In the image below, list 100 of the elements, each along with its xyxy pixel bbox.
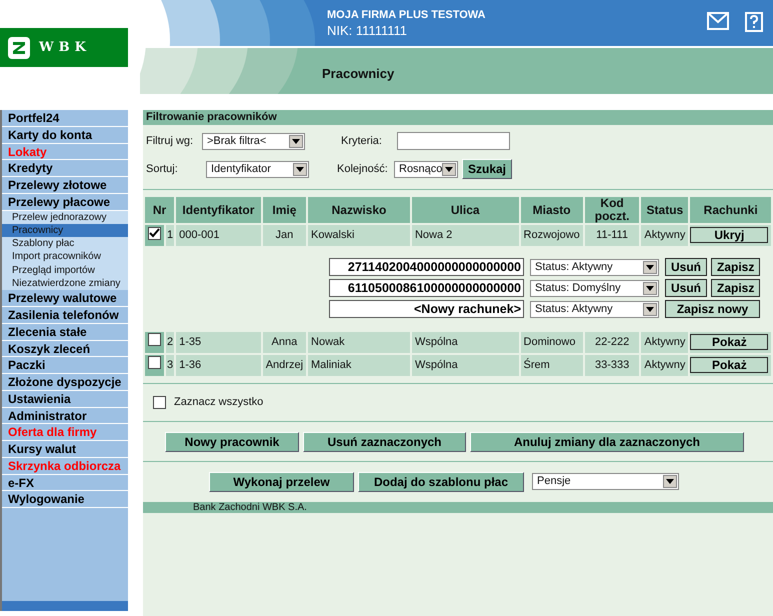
checkbox[interactable] bbox=[148, 356, 161, 370]
search-button[interactable]: Szukaj bbox=[462, 159, 512, 179]
select-field[interactable]: Status: Domyślny bbox=[530, 280, 659, 296]
table-cell: Anna bbox=[262, 332, 306, 353]
menu-item[interactable]: Ustawienia bbox=[2, 390, 128, 408]
mail-icon[interactable] bbox=[707, 12, 729, 30]
field-label: Kryteria: bbox=[341, 134, 383, 149]
table-cell: 1-35 bbox=[176, 332, 261, 353]
table-cell: Kowalski bbox=[308, 225, 410, 246]
select-field[interactable]: Rosnąco bbox=[394, 160, 458, 178]
table-cell: Aktywny bbox=[641, 332, 688, 353]
column-header: Rachunki bbox=[690, 197, 771, 223]
input-field[interactable] bbox=[397, 132, 510, 150]
account-button[interactable]: Zapisz bbox=[711, 279, 760, 297]
column-header: Ulica bbox=[412, 197, 519, 223]
table-cell: Nowa 2 bbox=[412, 225, 519, 246]
submenu-item[interactable]: Niezatwierdzone zmiany bbox=[2, 276, 128, 290]
menu-item[interactable]: Wylogowanie bbox=[2, 491, 128, 508]
select-field[interactable]: Status: Aktywny bbox=[530, 300, 659, 318]
select-field[interactable]: Pensje bbox=[532, 473, 679, 490]
checkbox[interactable] bbox=[148, 226, 161, 240]
table-cell: 2 bbox=[166, 332, 174, 353]
submenu-item[interactable]: Import pracowników bbox=[2, 250, 128, 264]
toggle-accounts-button[interactable]: Ukryj bbox=[690, 226, 768, 243]
action-button[interactable]: Dodaj do szablonu płac bbox=[358, 472, 524, 492]
caret-icon bbox=[646, 264, 654, 270]
column-header: Nazwisko bbox=[308, 197, 410, 223]
account-number-field[interactable]: 2711402004000000000000000 bbox=[329, 258, 524, 276]
menu-item[interactable]: Kredyty bbox=[2, 160, 128, 177]
table-cell: 3 bbox=[166, 355, 174, 376]
section-title: Filtrowanie pracowników bbox=[143, 110, 773, 125]
column-header: Imię bbox=[262, 197, 306, 223]
submenu-item[interactable]: Szablony płac bbox=[2, 237, 128, 250]
footer-text: Bank Zachodni WBK S.A. bbox=[143, 502, 773, 512]
nik-number: NIK: 11111111 bbox=[327, 22, 408, 40]
table-cell: 11-111 bbox=[584, 225, 640, 246]
page-title: Pracownicy bbox=[321, 65, 396, 83]
caret-icon bbox=[445, 166, 454, 172]
toggle-accounts-button[interactable]: Pokaż bbox=[690, 356, 768, 373]
table-cell: 000-001 bbox=[176, 225, 261, 246]
select-field[interactable]: >Brak filtra< bbox=[202, 132, 305, 150]
menu-item[interactable]: Paczki bbox=[2, 357, 128, 374]
account-number-field[interactable]: <Nowy rachunek> bbox=[329, 300, 524, 318]
menu-item[interactable]: Kursy walut bbox=[2, 441, 128, 458]
caret-icon bbox=[666, 479, 674, 484]
menu-item[interactable]: Karty do konta bbox=[2, 126, 128, 144]
action-button[interactable]: Anuluj zmiany dla zaznaczonych bbox=[470, 432, 744, 452]
field-label: Filtruj wg: bbox=[146, 134, 194, 149]
submenu-item[interactable]: Pracownicy bbox=[2, 224, 128, 238]
table-cell: Rozwojowo bbox=[520, 225, 583, 246]
table-cell: Maliniak bbox=[308, 355, 410, 376]
menu-item[interactable]: Zlecenia stałe bbox=[2, 324, 128, 341]
table-cell: Jan bbox=[262, 225, 306, 246]
column-header: Identyfikator bbox=[176, 197, 261, 223]
menu-item[interactable]: e-FX bbox=[2, 474, 128, 492]
logo-text: WBK bbox=[39, 38, 91, 57]
check-icon bbox=[149, 228, 160, 239]
column-header: Kod poczt. bbox=[584, 197, 640, 223]
table-cell: Aktywny bbox=[641, 225, 688, 246]
menu-item[interactable]: Złożone dyspozycje bbox=[2, 374, 128, 391]
action-button[interactable]: Usuń zaznaczonych bbox=[303, 432, 466, 452]
caret-icon bbox=[646, 306, 654, 312]
account-button[interactable]: Zapisz bbox=[711, 258, 760, 276]
column-header: Status bbox=[641, 197, 688, 223]
account-button[interactable]: Usuń bbox=[665, 258, 707, 276]
save-new-button[interactable]: Zapisz nowy bbox=[665, 300, 760, 318]
action-button[interactable]: Nowy pracownik bbox=[165, 432, 299, 452]
table-cell: 33-333 bbox=[584, 355, 640, 376]
caret-icon bbox=[646, 286, 654, 290]
table-cell: Andrzej bbox=[262, 355, 306, 376]
menu-item[interactable]: Portfel24 bbox=[2, 110, 128, 127]
menu-item[interactable]: Administrator bbox=[2, 408, 128, 424]
menu-item[interactable]: Przelewy walutowe bbox=[2, 290, 128, 308]
checkbox[interactable] bbox=[148, 333, 161, 346]
logo-icon bbox=[7, 36, 31, 60]
toggle-accounts-button[interactable]: Pokaż bbox=[690, 334, 768, 350]
table-cell: Aktywny bbox=[641, 355, 688, 376]
company-name: MOJA FIRMA PLUS TESTOWA bbox=[327, 8, 486, 22]
select-field[interactable]: Status: Aktywny bbox=[530, 258, 659, 276]
column-header: Miasto bbox=[520, 197, 583, 223]
help-icon[interactable] bbox=[745, 12, 763, 32]
account-button[interactable]: Usuń bbox=[665, 279, 707, 297]
submenu-item[interactable]: Przelew jednorazowy bbox=[2, 210, 128, 224]
caret-icon bbox=[292, 138, 300, 144]
submenu-item[interactable]: Przegląd importów bbox=[2, 264, 128, 277]
select-field[interactable]: Identyfikator bbox=[206, 160, 309, 178]
table-cell: Wspólna bbox=[412, 355, 519, 376]
checkbox[interactable] bbox=[153, 396, 166, 409]
table-cell: Dominowo bbox=[520, 332, 583, 353]
caret-icon bbox=[296, 166, 304, 172]
menu-item[interactable]: Koszyk zleceń bbox=[2, 340, 128, 358]
table-cell: Śrem bbox=[520, 355, 583, 376]
column-header: Nr bbox=[145, 197, 174, 223]
table-cell: 1-36 bbox=[176, 355, 261, 376]
action-button[interactable]: Wykonaj przelew bbox=[209, 472, 354, 492]
checkbox-label: Zaznacz wszystko bbox=[174, 395, 264, 410]
table-cell: 22-222 bbox=[584, 332, 640, 353]
menu-item[interactable]: Zasilenia telefonów bbox=[2, 307, 128, 324]
menu-item[interactable]: Przelewy złotowe bbox=[2, 177, 128, 194]
account-number-field[interactable]: 6110500086100000000000000 bbox=[329, 279, 524, 297]
